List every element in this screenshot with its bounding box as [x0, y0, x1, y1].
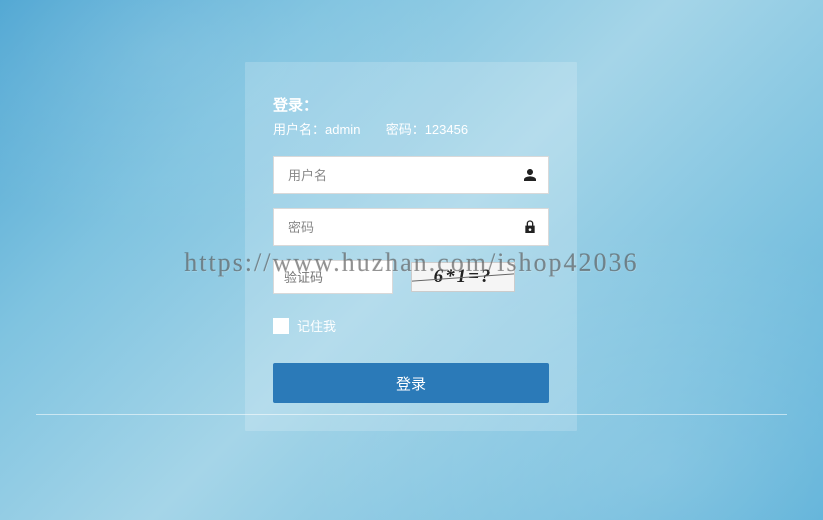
hint-user-label: 用户名： [273, 119, 325, 138]
user-icon [521, 166, 539, 184]
hint-pass-label: 密码： [386, 119, 425, 138]
captcha-row: 6*1=? [273, 260, 549, 294]
password-row [273, 208, 549, 246]
username-input[interactable] [273, 156, 549, 194]
remember-checkbox[interactable] [273, 318, 289, 334]
login-hint: 用户名：admin 密码：123456 [273, 119, 549, 138]
username-row [273, 156, 549, 194]
hint-pass-value: 123456 [425, 122, 468, 137]
captcha-input[interactable] [273, 260, 393, 294]
lock-icon [521, 218, 539, 236]
captcha-image[interactable]: 6*1=? [411, 262, 515, 292]
login-title: 登录： [273, 94, 549, 115]
login-panel: 登录： 用户名：admin 密码：123456 6*1=? 记住我 登录 [245, 62, 577, 431]
hint-user-value: admin [325, 122, 360, 137]
login-button[interactable]: 登录 [273, 363, 549, 403]
remember-label[interactable]: 记住我 [297, 316, 336, 335]
remember-row: 记住我 [273, 316, 549, 335]
divider [36, 414, 787, 415]
password-input[interactable] [273, 208, 549, 246]
